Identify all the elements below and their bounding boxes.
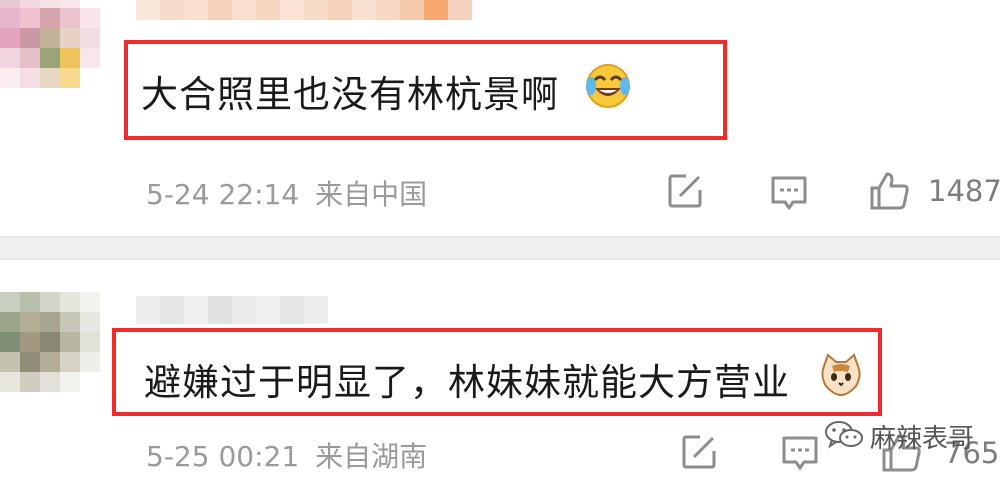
comment-icon[interactable] — [769, 174, 809, 212]
comment-meta: 5-25 00:21 来自湖南 — [146, 435, 427, 475]
watermark-text: 麻辣表哥 — [870, 424, 975, 454]
comment-text: 避嫌过于明显了，林妹妹就能大方营业 — [144, 361, 790, 404]
comment-date: 5-25 00:21 — [146, 440, 300, 473]
avatar[interactable] — [0, 292, 100, 392]
divider — [0, 236, 1000, 260]
like-count: 1487 — [928, 174, 1000, 208]
username[interactable] — [136, 296, 328, 324]
comment-date: 5-24 22:14 — [146, 178, 300, 211]
avatar[interactable] — [0, 0, 100, 88]
comment-location: 来自中国 — [315, 178, 428, 211]
share-icon[interactable] — [680, 433, 718, 471]
like-icon[interactable] — [868, 170, 912, 212]
comment-text: 大合照里也没有林杭景啊 — [141, 73, 559, 116]
username[interactable] — [136, 0, 472, 20]
cat-emoji — [818, 352, 864, 402]
share-icon[interactable] — [666, 172, 704, 210]
wechat-icon — [824, 419, 864, 455]
comment-icon[interactable] — [780, 434, 820, 472]
comment-location: 来自湖南 — [315, 440, 428, 473]
comment-meta: 5-24 22:14 来自中国 — [146, 173, 427, 213]
laughing-crying-emoji — [584, 62, 632, 114]
watermark: 麻辣表哥 — [824, 418, 974, 455]
